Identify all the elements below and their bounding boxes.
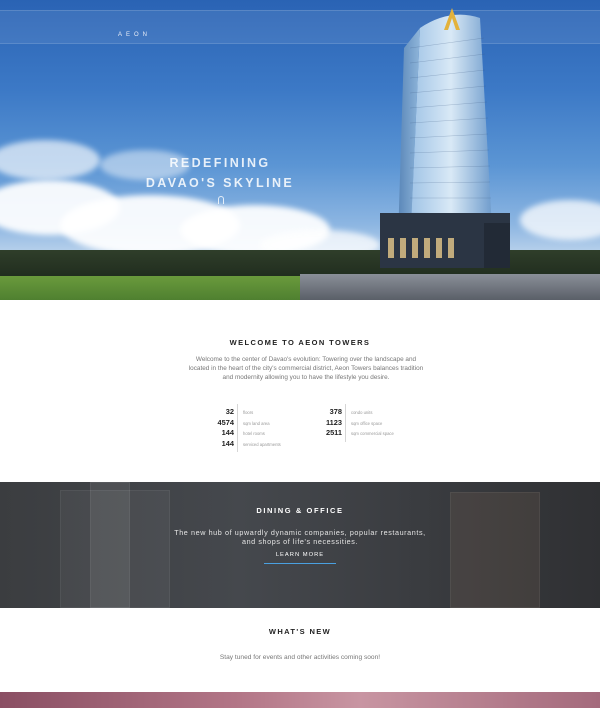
stat-label: serviced apartments [243,441,281,447]
dining-title: DINING & OFFICE [256,506,344,515]
stat-value: 2511 [325,428,342,437]
stat-value: 32 [225,407,234,416]
stat-value: 144 [221,428,234,437]
tower-image [380,8,510,268]
stat-label: sqm land area [243,420,270,426]
stat-label: sqm office space [351,420,383,426]
whats-new-text: Stay tuned for events and other activiti… [219,654,381,661]
stats-right: 378 condo units 1123 sqm office space 25… [318,407,394,439]
cloud [0,140,100,180]
stats-divider [237,404,238,452]
welcome-title: WELCOME TO AEON TOWERS [229,338,371,347]
scroll-down-icon[interactable] [218,196,224,204]
stat-item: 2511 sqm commercial space [318,428,394,439]
stat-item: 1123 sqm office space [318,418,394,429]
dining-text: The new hub of upwardly dynamic companie… [174,528,426,546]
street [300,274,600,300]
hero-banner: AEON REDEFINING DAVAO'S SKYLINE [0,0,600,300]
stats-left: 32 floors 4574 sqm land area 144 hotel r… [210,407,281,449]
building-facade [90,482,130,608]
whats-new-title: WHAT'S NEW [268,627,332,636]
stat-label: sqm commercial space [351,431,394,436]
stats-divider [345,404,346,442]
stat-label: floors [243,410,254,415]
cloud [520,200,600,240]
learn-more-button[interactable]: LEARN MORE [264,549,336,564]
stat-value: 1123 [325,417,342,427]
next-section-banner [0,692,600,708]
stat-label: condo units [351,410,373,415]
stat-value: 378 [329,407,342,416]
stat-item: 144 hotel rooms [210,428,281,439]
stat-value: 4574 [217,417,234,427]
hero-title-line1: REDEFINING [169,156,271,170]
stat-label: hotel rooms [243,431,265,436]
top-nav [0,10,600,44]
stat-value: 144 [221,438,234,448]
stat-item: 32 floors [210,407,281,418]
logo[interactable]: AEON [118,32,151,38]
lawn [0,276,310,300]
stat-item: 144 serviced apartments [210,439,281,450]
welcome-text: Welcome to the center of Davao's evoluti… [188,356,424,381]
hero-headline: REDEFINING DAVAO'S SKYLINE [140,153,300,193]
stat-item: 378 condo units [318,407,394,418]
stat-item: 4574 sqm land area [210,418,281,429]
hero-title-line2: DAVAO'S SKYLINE [145,176,295,190]
